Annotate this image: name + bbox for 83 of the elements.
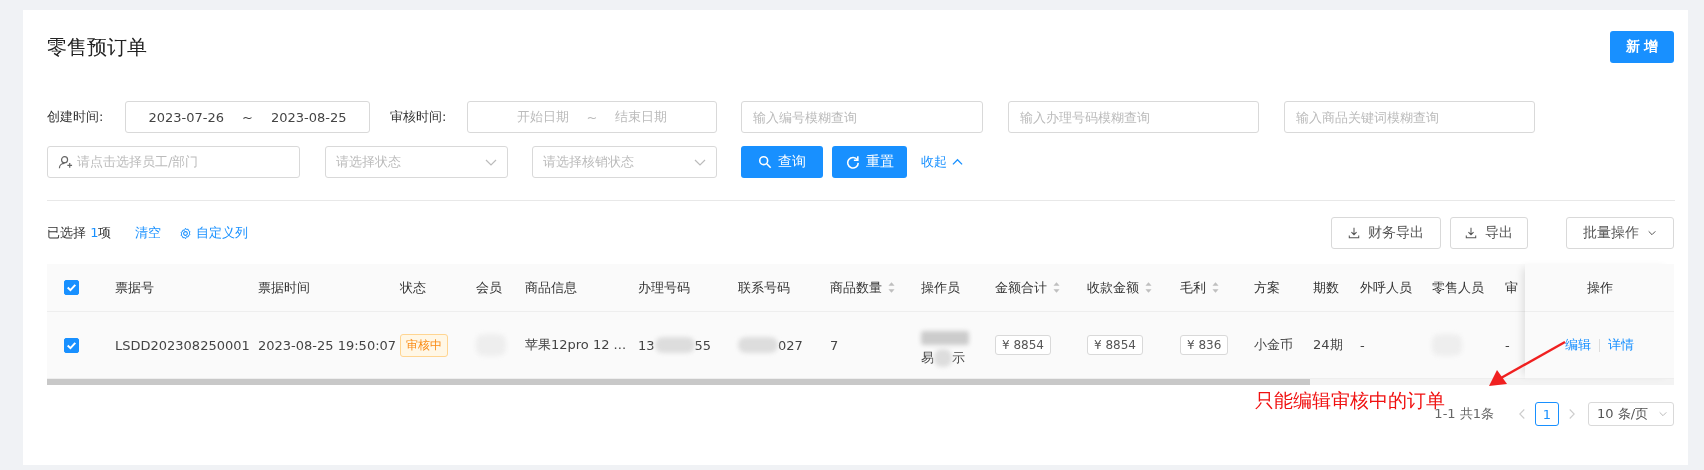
user-icon xyxy=(58,154,73,170)
column-header: 办理号码 xyxy=(638,278,690,297)
blur-patch xyxy=(654,337,695,353)
keyword-search-field[interactable]: 输入商品关键词模糊查询 xyxy=(1284,101,1535,133)
export-button[interactable]: 导出 xyxy=(1450,217,1528,249)
table-cell: 7 xyxy=(830,337,839,353)
chevron-up-icon xyxy=(952,156,963,168)
page-title: 零售预订单 xyxy=(47,33,147,61)
column-header: 操作 xyxy=(1586,278,1613,297)
column-header: 商品数量 xyxy=(830,278,882,297)
table-cell: 苹果12pro 12 ... xyxy=(525,336,626,354)
column-header: 收款金额 xyxy=(1087,278,1139,297)
blur-patch xyxy=(738,337,778,353)
number-search-field[interactable]: 输入办理号码模糊查询 xyxy=(1008,101,1259,133)
row-action-link[interactable]: 详情 xyxy=(1608,336,1634,354)
download-icon xyxy=(1348,227,1360,239)
table-cell: 2023-08-25 19:50:07 xyxy=(258,337,397,353)
row-checkbox[interactable] xyxy=(64,337,79,353)
page-size-select[interactable]: 10 条/页 xyxy=(1588,402,1674,426)
table-cell: 027 xyxy=(778,337,803,353)
reset-button[interactable]: 重置 xyxy=(832,146,907,178)
column-header: 期数 xyxy=(1313,278,1339,297)
chevron-down-icon xyxy=(1647,228,1657,238)
table-cell: 示 xyxy=(952,349,965,367)
check-icon xyxy=(65,281,78,294)
table-cell: 24期 xyxy=(1313,336,1343,354)
column-header: 票据号 xyxy=(115,278,154,297)
add-button[interactable]: 新 增 xyxy=(1610,31,1674,63)
previous-page-icon[interactable] xyxy=(1518,408,1527,420)
column-header: 方案 xyxy=(1254,278,1280,297)
column-header: 联系号码 xyxy=(738,278,790,297)
query-button[interactable]: 查询 xyxy=(741,146,823,178)
writeoff-select[interactable]: 请选择核销状态 xyxy=(532,146,717,178)
next-page-icon[interactable] xyxy=(1567,408,1576,420)
sort-icon[interactable] xyxy=(1145,281,1152,294)
table-cell: - xyxy=(1360,337,1365,353)
search-icon xyxy=(758,155,772,169)
column-header: 审 xyxy=(1505,278,1518,297)
blur-patch xyxy=(921,331,969,345)
code-search-field[interactable]: 输入编号模糊查询 xyxy=(741,101,983,133)
column-header: 零售人员 xyxy=(1432,278,1484,297)
status-tag: 审核中 xyxy=(400,333,448,357)
column-header: 外呼人员 xyxy=(1360,278,1412,297)
column-header: 票据时间 xyxy=(258,278,310,297)
staff-select-field[interactable]: 请点击选择员工/部门 xyxy=(47,146,300,178)
column-header: 状态 xyxy=(400,278,426,297)
reload-icon xyxy=(845,155,860,169)
table-cell: - xyxy=(1505,337,1510,353)
sort-icon[interactable] xyxy=(1212,281,1219,294)
column-header: 毛利 xyxy=(1180,278,1206,297)
horizontal-scrollbar[interactable] xyxy=(47,378,1674,385)
field-label: 创建时间: xyxy=(47,108,105,126)
amount-tag: ¥ 8854 xyxy=(995,335,1051,355)
table-cell: 易 xyxy=(921,349,934,367)
date-range-field[interactable]: 开始日期 ~ 结束日期 xyxy=(467,101,717,133)
table-cell: 55 xyxy=(694,337,712,353)
column-header: 商品信息 xyxy=(525,278,577,297)
date-range-field[interactable]: 2023-07-26 ~ 2023-08-25 xyxy=(125,101,370,133)
select-all-checkbox[interactable] xyxy=(64,280,79,295)
selection-count: 已选择 1项 xyxy=(47,224,112,242)
column-header: 金额合计 xyxy=(995,278,1047,297)
page-button[interactable]: 1 xyxy=(1535,402,1559,426)
clear-link[interactable]: 清空 xyxy=(135,224,162,242)
custom-columns-link[interactable]: 自定义列 xyxy=(179,224,249,242)
amount-tag: ¥ 836 xyxy=(1180,335,1229,355)
blur-patch xyxy=(934,349,952,367)
export-button[interactable]: 财务导出 xyxy=(1331,217,1441,249)
table-cell: 小金币 xyxy=(1254,336,1293,354)
field-label: 审核时间: xyxy=(390,108,448,126)
collapse-link[interactable]: 收起 xyxy=(921,153,963,171)
settings-icon xyxy=(179,226,193,240)
status-select[interactable]: 请选择状态 xyxy=(325,146,508,178)
column-header: 操作员 xyxy=(921,278,960,297)
table-cell: LSDD202308250001 xyxy=(115,337,250,353)
download-icon xyxy=(1465,227,1477,239)
row-action-link[interactable]: 编辑 xyxy=(1565,336,1591,354)
sort-icon[interactable] xyxy=(888,281,895,294)
batch-actions-button[interactable]: 批量操作 xyxy=(1566,217,1674,249)
chevron-down-icon xyxy=(1658,409,1668,419)
amount-tag: ¥ 8854 xyxy=(1087,335,1143,355)
sort-icon[interactable] xyxy=(1053,281,1060,294)
column-header: 会员 xyxy=(476,278,502,297)
table-cell: 13 xyxy=(638,337,655,353)
